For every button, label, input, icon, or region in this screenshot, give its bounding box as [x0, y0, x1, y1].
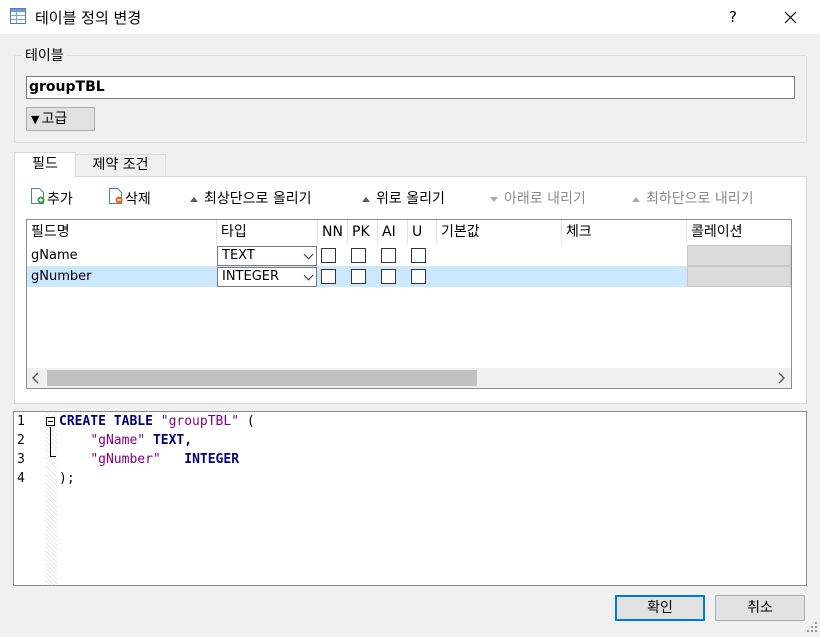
- column-header-collation[interactable]: 콜레이션: [687, 220, 791, 244]
- close-icon: [784, 11, 797, 24]
- table-group-box: [14, 55, 807, 143]
- ai-checkbox[interactable]: [381, 248, 396, 263]
- move-up-icon: [362, 196, 370, 202]
- move-top-label: 최상단으로 올리기: [204, 191, 312, 207]
- resize-grip-icon[interactable]: [806, 621, 818, 633]
- type-select-value: INTEGER: [222, 269, 280, 284]
- advanced-button-label: 고급: [41, 111, 68, 127]
- delete-field-label: 삭제: [125, 191, 151, 208]
- help-button[interactable]: ?: [718, 2, 748, 32]
- sql-column-type: TEXT,: [152, 433, 193, 448]
- scroll-left-icon[interactable]: [31, 372, 41, 388]
- ai-checkbox[interactable]: [381, 269, 396, 284]
- fold-end: [50, 456, 56, 457]
- chevron-down-icon: [303, 270, 314, 281]
- selected-row-highlight: [27, 266, 791, 287]
- field-name-cell[interactable]: gName: [27, 245, 78, 266]
- move-up-button[interactable]: 위로 올리기: [362, 188, 445, 210]
- column-header-name[interactable]: 필드명: [27, 220, 217, 244]
- move-down-label: 아래로 내리기: [504, 191, 586, 207]
- advanced-button[interactable]: ▼ 고급: [26, 107, 95, 131]
- sql-table-name: "groupTBL": [160, 414, 240, 429]
- collation-cell[interactable]: [687, 245, 791, 266]
- nn-checkbox[interactable]: [321, 269, 336, 284]
- sql-line-3: "gNumber" INTEGER: [59, 450, 239, 469]
- cancel-button[interactable]: 취소: [715, 595, 805, 621]
- unique-checkbox[interactable]: [411, 248, 426, 263]
- unique-checkbox[interactable]: [411, 269, 426, 284]
- delete-field-button[interactable]: 삭제: [108, 188, 151, 210]
- column-header-nn[interactable]: NN: [318, 220, 348, 244]
- line-number: 2: [17, 433, 25, 448]
- close-button[interactable]: [772, 2, 808, 32]
- scrollbar-thumb[interactable]: [47, 370, 477, 386]
- chevron-down-icon: [303, 249, 314, 260]
- pk-checkbox[interactable]: [351, 269, 366, 284]
- sql-column-name: "gName": [90, 433, 146, 448]
- fold-line: [50, 427, 51, 456]
- sql-line-1: CREATE TABLE "groupTBL" (: [59, 412, 255, 431]
- scroll-right-icon[interactable]: [776, 372, 786, 388]
- tab-constraints[interactable]: 제약 조건: [76, 154, 166, 176]
- table-name-input[interactable]: groupTBL: [26, 76, 795, 99]
- move-up-label: 위로 올리기: [376, 191, 445, 207]
- add-field-button[interactable]: 추가: [30, 188, 73, 210]
- table-icon: [10, 8, 26, 24]
- line-number: 4: [17, 471, 25, 486]
- move-top-button[interactable]: 최상단으로 올리기: [190, 188, 312, 210]
- column-header-ai[interactable]: AI: [378, 220, 408, 244]
- column-header-default[interactable]: 기본값: [437, 220, 562, 244]
- move-bottom-label: 최하단으로 내리기: [646, 191, 754, 207]
- fold-margin: [45, 412, 57, 585]
- add-field-icon: [30, 188, 45, 211]
- field-name-cell[interactable]: gNumber: [27, 266, 91, 287]
- title-bar: 테이블 정의 변경 ?: [0, 0, 820, 34]
- column-header-unique[interactable]: U: [408, 220, 437, 244]
- line-number: 3: [17, 452, 25, 467]
- move-down-icon: [490, 196, 498, 202]
- table-group-legend: 테이블: [22, 45, 67, 65]
- horizontal-scrollbar[interactable]: [27, 368, 791, 388]
- fields-grid: 필드명 타입 NN PK AI U 기본값 체크 콜레이션 gName TEXT…: [26, 219, 792, 389]
- sql-column-name: "gNumber": [90, 452, 161, 467]
- nn-checkbox[interactable]: [321, 248, 336, 263]
- fold-toggle-icon[interactable]: [46, 417, 55, 426]
- window-title: 테이블 정의 변경: [35, 9, 142, 27]
- delete-field-icon: [108, 188, 123, 211]
- type-select[interactable]: TEXT: [217, 246, 317, 266]
- pk-checkbox[interactable]: [351, 248, 366, 263]
- column-header-check[interactable]: 체크: [562, 220, 687, 244]
- tab-fields[interactable]: 필드: [14, 152, 76, 177]
- move-bottom-button[interactable]: 최하단으로 내리기: [632, 188, 754, 210]
- sql-column-type: INTEGER: [184, 452, 240, 467]
- collation-cell[interactable]: [687, 266, 791, 287]
- move-top-icon: [190, 196, 198, 202]
- sql-keyword: CREATE TABLE: [59, 414, 153, 429]
- ok-button[interactable]: 확인: [615, 595, 705, 621]
- sql-line-2: "gName" TEXT,: [59, 431, 192, 450]
- line-number: 1: [17, 414, 25, 429]
- move-bottom-icon: [632, 196, 640, 202]
- sql-line-4: );: [59, 471, 75, 486]
- triangle-down-icon: ▼: [31, 113, 40, 126]
- add-field-label: 추가: [47, 191, 73, 208]
- column-header-type[interactable]: 타입: [217, 220, 318, 244]
- column-header-pk[interactable]: PK: [348, 220, 378, 244]
- type-select-value: TEXT: [222, 248, 255, 263]
- sql-open-paren: (: [239, 414, 255, 429]
- move-down-button[interactable]: 아래로 내리기: [490, 188, 586, 210]
- sql-preview-editor[interactable]: 1 2 3 4 CREATE TABLE "groupTBL" ( "gName…: [13, 411, 807, 586]
- type-select[interactable]: INTEGER: [217, 267, 317, 287]
